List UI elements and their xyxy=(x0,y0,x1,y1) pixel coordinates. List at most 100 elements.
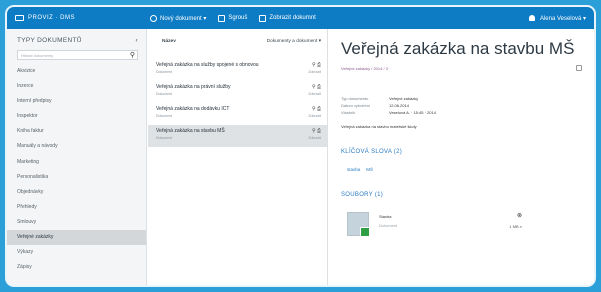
collapse-icon[interactable]: ‹ xyxy=(136,37,138,44)
document-row-text: Veřejná zakázka na dodávku ICT Dokument xyxy=(156,106,229,125)
sidebar-item[interactable]: Kniha faktur xyxy=(7,124,146,139)
document-path[interactable]: Veřejné zakázky / 2014 / 3 xyxy=(341,66,388,71)
new-document-button[interactable]: Nový dokument ▾ xyxy=(150,14,207,22)
document-detail: Veřejná zakázka na stavbu MŠ Veřejné zak… xyxy=(329,29,594,285)
keyword-tag[interactable]: MŠ xyxy=(366,167,373,172)
sidebar-title: TYPY DOKUMENTŮ xyxy=(17,37,82,44)
document-row-text: Veřejná zakázka na stavbu MŠ Dokument xyxy=(156,128,225,147)
user-menu[interactable]: Alena Veselová ▾ xyxy=(528,15,586,22)
sidebar-header: TYPY DOKUMENTŮ ‹ xyxy=(7,29,146,44)
new-document-label: Nový dokument ▾ xyxy=(160,15,207,22)
property-value: Veřejné zakázky xyxy=(389,96,419,101)
download-icon[interactable]: ⌕ xyxy=(520,224,522,229)
attachment-item[interactable]: Stavba Dokument ⊗ 1 MB ⌕ xyxy=(341,212,582,237)
document-row-name[interactable]: Veřejná zakázka na právní služby xyxy=(156,84,231,90)
sidebar-item[interactable]: Akvizice xyxy=(7,64,146,79)
document-row-text: Veřejná zakázka na služby spojené s obno… xyxy=(156,62,259,81)
document-row-type: Dokument xyxy=(156,114,172,118)
document-row-type: Dokument xyxy=(156,92,172,96)
lock-icon[interactable] xyxy=(576,65,582,71)
sidebar-item[interactable]: Personalistika xyxy=(7,170,146,185)
group-button[interactable]: Sgrouš xyxy=(218,14,248,22)
document-row-text: Veřejná zakázka na právní služby Dokument xyxy=(156,84,231,103)
sidebar-item[interactable]: Přehledy xyxy=(7,200,146,215)
row-action-icons[interactable]: ⚲ ⎙ xyxy=(308,128,321,134)
property-row: Vlastník Veselová A. · 15:45 · 2014 xyxy=(341,109,582,116)
document-row-actions: ⚲ ⎙ Zobrazit xyxy=(308,84,321,103)
folder-icon xyxy=(218,14,226,22)
document-thumbnail-icon[interactable] xyxy=(347,212,370,237)
sidebar-item[interactable]: Objednávky xyxy=(7,185,146,200)
attachment-size-value: 1 MB xyxy=(509,224,519,229)
document-row-actions: ⚲ ⎙ Zobrazit xyxy=(308,128,321,147)
row-open-link[interactable]: Zobrazit xyxy=(308,92,321,96)
user-icon xyxy=(528,15,535,21)
property-value: Veselová A. · 15:45 · 2014 xyxy=(389,110,436,115)
top-bar: PROVIZ · DMS Nový dokument ▾ Sgrouš Zobr… xyxy=(7,7,594,29)
attachments-heading: SOUBORY (1) xyxy=(341,192,384,198)
sidebar-item[interactable]: Marketing xyxy=(7,155,146,170)
property-key: Vlastník xyxy=(341,110,356,115)
sidebar-item[interactable]: Inspektor xyxy=(7,109,146,124)
search-icon[interactable]: ⚲ xyxy=(130,51,135,59)
remove-attachment-icon[interactable]: ⊗ xyxy=(509,212,522,219)
document-row-type: Dokument xyxy=(156,136,172,140)
document-icon xyxy=(259,14,267,22)
attachment-meta: ⊗ 1 MB ⌕ xyxy=(509,212,522,229)
show-document-label: Zobrazit dokumnt xyxy=(269,15,316,21)
document-row-type: Dokument xyxy=(156,70,172,74)
document-description: Veřejná zakázka na stavbu mateřské školy xyxy=(341,124,417,129)
document-row[interactable]: Veřejná zakázka na služby spojené s obno… xyxy=(148,59,327,81)
property-row: Datum vytvoření 12.06.2014 xyxy=(341,102,582,109)
sidebar-item[interactable]: Veřejné zakázky xyxy=(7,230,146,246)
property-key: Datum vytvoření xyxy=(341,103,371,108)
app-window: PROVIZ · DMS Nový dokument ▾ Sgrouš Zobr… xyxy=(5,5,596,287)
row-action-icons[interactable]: ⚲ ⎙ xyxy=(308,84,321,90)
row-open-link[interactable]: Zobrazit xyxy=(308,136,321,140)
search-placeholder: Hledat dokumenty xyxy=(21,52,54,58)
property-row: Typ dokumentu Veřejné zakázky xyxy=(341,95,582,102)
search-input[interactable]: Hledat dokumenty ⚲ xyxy=(17,50,138,60)
filter-dropdown[interactable]: Dokumenty a dokument ▾ xyxy=(267,39,321,44)
document-row[interactable]: Veřejná zakázka na stavbu MŠ Dokument ⚲ ⎙ Z… xyxy=(148,125,327,147)
list-header: Název Dokumenty a dokument ▾ xyxy=(148,29,327,44)
property-value: 12.06.2014 xyxy=(389,103,410,108)
show-document-button[interactable]: Zobrazit dokumnt xyxy=(259,14,316,22)
attachment-info: Stavba Dokument xyxy=(379,214,397,228)
document-row-name[interactable]: Veřejná zakázka na služby spojené s obno… xyxy=(156,62,259,68)
document-row-actions: ⚲ ⎙ Zobrazit xyxy=(308,62,321,81)
brand[interactable]: PROVIZ · DMS xyxy=(15,15,150,21)
keyword-list: stavba MŠ xyxy=(341,167,582,172)
plus-icon xyxy=(150,14,157,22)
document-row[interactable]: Veřejná zakázka na dodávku ICT Dokument ⚲ … xyxy=(148,103,327,125)
document-title: Veřejná zakázka na stavbu MŠ xyxy=(341,39,575,58)
property-key: Typ dokumentu xyxy=(341,96,369,101)
sort-dropdown[interactable]: Název xyxy=(162,39,176,44)
document-row[interactable]: Veřejná zakázka na právní služby Dokument… xyxy=(148,81,327,103)
row-action-icons[interactable]: ⚲ ⎙ xyxy=(308,62,321,68)
document-subline: Veřejné zakázky / 2014 / 3 xyxy=(341,65,582,71)
app-logo-icon xyxy=(15,15,24,21)
row-open-link[interactable]: Zobrazit xyxy=(308,70,321,74)
sidebar-item[interactable]: Zápisy xyxy=(7,260,146,275)
keyword-tag[interactable]: stavba xyxy=(347,167,360,172)
document-row-name[interactable]: Veřejná zakázka na dodávku ICT xyxy=(156,106,229,112)
attachment-size: 1 MB ⌕ xyxy=(509,224,522,229)
sidebar-item[interactable]: Manuály a návody xyxy=(7,139,146,154)
sidebar: TYPY DOKUMENTŮ ‹ Hledat dokumenty ⚲ Akvi… xyxy=(7,29,147,285)
document-properties: Typ dokumentu Veřejné zakázky Datum vytvoř… xyxy=(341,95,582,116)
row-action-icons[interactable]: ⚲ ⎙ xyxy=(308,106,321,112)
group-label: Sgrouš xyxy=(228,15,248,21)
sidebar-list: Akvizice Inzerce Interní předpisy Inspektor… xyxy=(7,64,146,275)
sidebar-item[interactable]: Smlouvy xyxy=(7,215,146,230)
attachment-name[interactable]: Stavba xyxy=(379,214,397,219)
sidebar-item[interactable]: Výkazy xyxy=(7,245,146,260)
keywords-heading: KLÍČOVÁ SLOVA (2) xyxy=(341,149,403,155)
row-open-link[interactable]: Zobrazit xyxy=(308,114,321,118)
sidebar-item[interactable]: Interní předpisy xyxy=(7,94,146,109)
sidebar-item[interactable]: Inzerce xyxy=(7,79,146,94)
document-row-actions: ⚲ ⎙ Zobrazit xyxy=(308,106,321,125)
document-row-name[interactable]: Veřejná zakázka na stavbu MŠ xyxy=(156,128,225,134)
user-name: Alena Veselová ▾ xyxy=(539,15,586,22)
document-list: Veřejná zakázka na služby spojené s obno… xyxy=(148,59,327,147)
